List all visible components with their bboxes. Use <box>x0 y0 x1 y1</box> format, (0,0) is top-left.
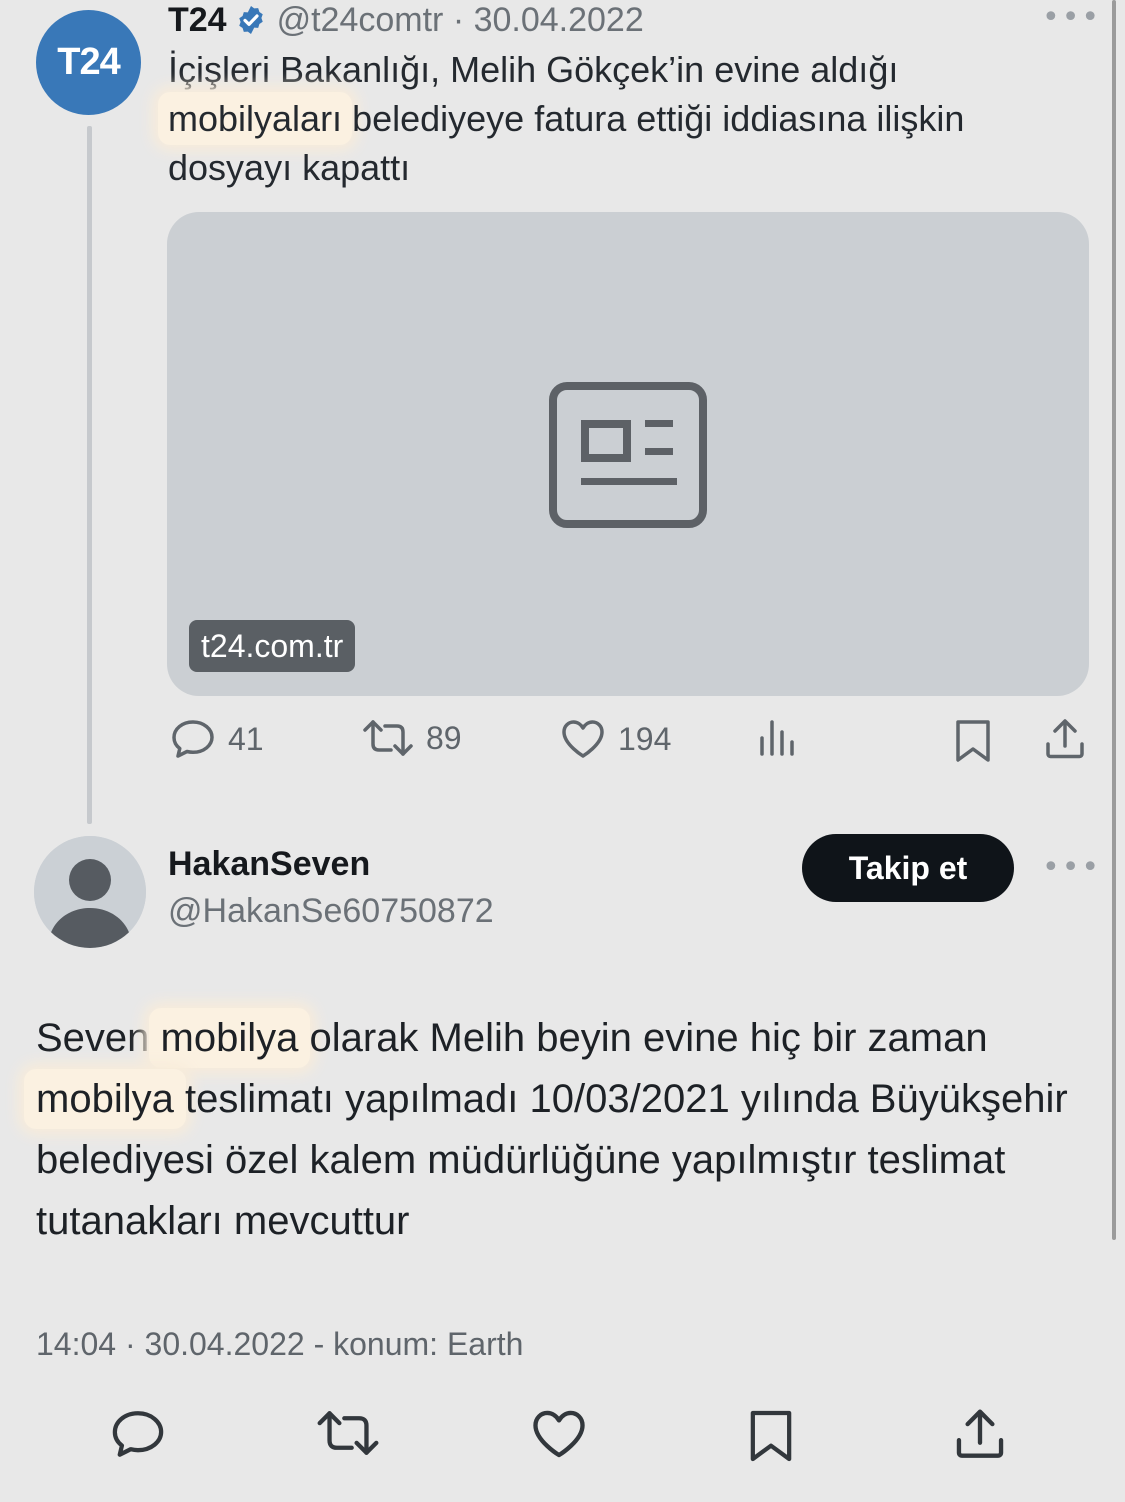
author-handle[interactable]: @HakanSe60750872 <box>168 892 494 931</box>
highlighted-word: mobilyaları <box>158 92 353 145</box>
views-button[interactable] <box>758 718 810 758</box>
share-button[interactable] <box>1044 718 1098 760</box>
highlighted-word: mobilya <box>148 1008 311 1068</box>
tweet-text-part: İçişleri Bakanlığı, Melih Gökçek’in evin… <box>168 49 899 90</box>
default-avatar-icon[interactable] <box>34 836 146 948</box>
reply-count: 41 <box>228 720 264 757</box>
news-article-icon <box>549 382 707 528</box>
reply-icon <box>112 1411 164 1457</box>
like-count: 194 <box>618 720 672 757</box>
reply-button[interactable]: 41 <box>170 718 264 760</box>
thread-line <box>87 126 92 824</box>
retweet-button[interactable]: 89 <box>362 718 462 758</box>
retweet-icon <box>363 720 413 756</box>
quoted-tweet-header: T24 @t24comtr · 30.04.2022 <box>168 0 644 48</box>
author-name[interactable]: HakanSeven <box>168 845 370 884</box>
tweet-text-part: Seven <box>36 1016 161 1060</box>
bookmark-button[interactable] <box>954 718 1004 764</box>
scrollbar[interactable] <box>1112 0 1116 1240</box>
like-icon <box>562 720 604 758</box>
retweet-icon <box>317 1411 379 1455</box>
views-icon <box>760 720 794 756</box>
reply-button[interactable] <box>110 1408 166 1464</box>
like-button[interactable] <box>530 1408 588 1464</box>
avatar-text: T24 <box>57 41 120 83</box>
reply-icon <box>172 720 214 758</box>
like-icon <box>533 1410 585 1458</box>
quoted-tweet-text: İçişleri Bakanlığı, Melih Gökçek’in evin… <box>158 45 1068 192</box>
share-icon <box>1046 719 1084 759</box>
follow-button[interactable]: Takip et <box>802 834 1014 902</box>
main-tweet-text: Seven mobilya olarak Melih beyin evine h… <box>24 1008 1076 1252</box>
bookmark-icon <box>750 1410 792 1462</box>
author-handle-date: @t24comtr · 30.04.2022 <box>276 0 644 39</box>
share-icon <box>956 1409 1004 1458</box>
tweet-timestamp-location: 14:04 · 30.04.2022 - konum: Earth <box>36 1326 524 1362</box>
highlighted-word: mobilya <box>24 1069 186 1129</box>
tweet-text-part: olarak Melih beyin evine hiç bir zaman <box>298 1016 988 1060</box>
link-card[interactable]: t24.com.tr <box>167 212 1089 696</box>
tweet-text-part: teslimatı yapılmadı 10/03/2021 yılında B… <box>36 1077 1068 1243</box>
bookmark-icon <box>956 720 990 762</box>
retweet-count: 89 <box>426 719 462 756</box>
like-button[interactable]: 194 <box>560 718 671 760</box>
author-name[interactable]: T24 <box>168 1 227 40</box>
more-icon[interactable]: ••• <box>1042 0 1101 35</box>
more-icon[interactable]: ••• <box>1042 850 1101 885</box>
bookmark-button[interactable] <box>748 1408 794 1468</box>
link-domain: t24.com.tr <box>189 620 356 672</box>
share-button[interactable] <box>954 1408 1006 1464</box>
t24-avatar[interactable]: T24 <box>36 10 141 115</box>
retweet-button[interactable] <box>316 1408 380 1462</box>
verified-badge-icon <box>238 6 263 34</box>
